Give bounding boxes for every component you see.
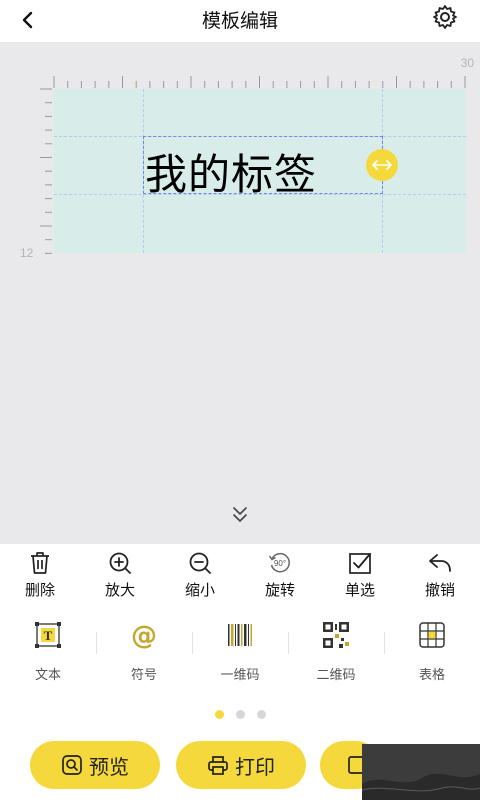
ruler-top xyxy=(53,76,466,88)
insert-qrcode-button[interactable]: 二维码 xyxy=(288,612,384,690)
insert-text-label: 文本 xyxy=(34,668,61,683)
undo-label: 撤销 xyxy=(424,581,455,599)
text-icon: T xyxy=(35,622,61,648)
resize-handle[interactable] xyxy=(366,149,398,181)
checkbox-icon xyxy=(349,553,371,574)
at-symbol-icon: @ xyxy=(131,621,157,650)
ruler-left-label: 12 xyxy=(20,246,34,260)
zoom-out-icon xyxy=(189,552,211,574)
insert-qrcode-label: 二维码 xyxy=(316,668,356,683)
insert-table-label: 表格 xyxy=(418,668,445,683)
zoom-in-icon xyxy=(109,552,131,574)
horizontal-arrows-icon xyxy=(372,160,392,170)
delete-button[interactable]: 删除 xyxy=(0,544,80,608)
page-indicator xyxy=(0,710,480,719)
svg-text:90°: 90° xyxy=(274,559,286,568)
svg-text:@: @ xyxy=(131,621,157,650)
page-dot[interactable] xyxy=(235,710,245,719)
delete-label: 删除 xyxy=(24,581,55,599)
print-label: 打印 xyxy=(235,754,275,779)
page-dot[interactable] xyxy=(214,710,224,719)
undo-button[interactable]: 撤销 xyxy=(400,544,480,608)
collapse-button[interactable] xyxy=(228,504,252,526)
zoom-in-label: 放大 xyxy=(104,581,135,599)
gear-icon xyxy=(433,5,457,29)
ruler-top-label: 30 xyxy=(460,56,474,70)
settings-button[interactable] xyxy=(430,2,460,32)
preview-label: 预览 xyxy=(89,754,129,779)
preview-icon xyxy=(62,755,82,775)
undo-icon xyxy=(429,554,451,572)
double-chevron-down-icon xyxy=(233,507,247,522)
zoom-in-button[interactable]: 放大 xyxy=(80,544,160,608)
insert-barcode-button[interactable]: 一维码 xyxy=(192,612,288,690)
svg-text:T: T xyxy=(44,628,53,643)
edit-toolbar: 删除 放大 缩小 90° 旋转 单选 撤销 xyxy=(0,544,480,608)
table-icon xyxy=(419,622,445,648)
rotate-90-icon: 90° xyxy=(268,552,290,573)
insert-symbol-button[interactable]: @ 符号 xyxy=(96,612,192,690)
single-select-label: 单选 xyxy=(344,581,375,599)
insert-text-button[interactable]: T 文本 xyxy=(0,612,96,690)
insert-symbol-label: 符号 xyxy=(130,668,157,683)
insert-barcode-label: 一维码 xyxy=(220,668,260,683)
editor-canvas[interactable]: 30 12 我的标签 xyxy=(0,42,480,544)
single-select-button[interactable]: 单选 xyxy=(320,544,400,608)
label-text-element[interactable]: 我的标签 xyxy=(145,141,317,202)
overlay-corner xyxy=(362,744,480,800)
rotate-label: 旋转 xyxy=(264,581,295,599)
barcode-icon xyxy=(228,624,252,646)
preview-button[interactable]: 预览 xyxy=(30,741,160,789)
top-bar: 模板编辑 xyxy=(0,0,480,42)
zoom-out-label: 缩小 xyxy=(184,581,215,599)
ruler-left xyxy=(40,88,52,254)
insert-elements: T 文本 @ 符号 一维码 二维码 表格 xyxy=(0,612,480,690)
qr-code-icon xyxy=(323,622,349,648)
trash-icon xyxy=(31,552,49,574)
printer-icon xyxy=(208,756,228,775)
page-dot[interactable] xyxy=(256,710,266,719)
page-title: 模板编辑 xyxy=(201,10,278,32)
overlay-graphic xyxy=(362,773,480,800)
print-button[interactable]: 打印 xyxy=(176,741,306,789)
zoom-out-button[interactable]: 缩小 xyxy=(160,544,240,608)
insert-table-button[interactable]: 表格 xyxy=(384,612,480,690)
rotate-button[interactable]: 90° 旋转 xyxy=(240,544,320,608)
